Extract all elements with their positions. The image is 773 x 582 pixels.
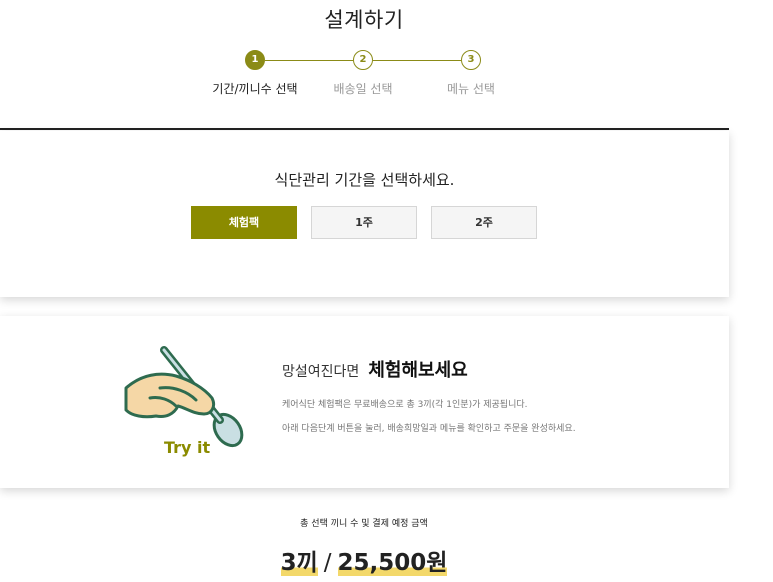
trial-description-1: 케어식단 체험팩은 무료배송으로 총 3끼(각 1인분)가 제공됩니다. bbox=[282, 400, 528, 410]
step-3-label: 메뉴 선택 bbox=[447, 82, 495, 96]
period-option-trial[interactable]: 체험팩 bbox=[191, 206, 297, 239]
trial-pack-card: Try it 망설여진다면 체험해보세요 케어식단 체험팩은 무료배송으로 총 … bbox=[0, 316, 729, 488]
trial-description-2: 아래 다음단계 버튼을 눌러, 배송희망일과 메뉴를 확인하고 주문을 완성하세… bbox=[282, 424, 576, 434]
page-title: 설계하기 bbox=[324, 8, 404, 32]
meal-count: 3끼 bbox=[280, 550, 318, 576]
summary-separator: / bbox=[323, 550, 332, 576]
step-connector bbox=[265, 60, 353, 61]
period-option-2week[interactable]: 2주 bbox=[431, 206, 537, 239]
step-3-circle: 3 bbox=[461, 50, 481, 70]
period-title: 식단관리 기간을 선택하세요. bbox=[274, 171, 455, 189]
trial-heading-prefix: 망설여진다면 bbox=[282, 364, 360, 380]
step-2-label: 배송일 선택 bbox=[333, 82, 393, 96]
trial-heading: 망설여진다면 체험해보세요 bbox=[282, 356, 468, 382]
summary-label: 총 선택 끼니 수 및 결제 예정 금액 bbox=[300, 519, 428, 529]
try-it-label: Try it bbox=[164, 438, 211, 457]
period-selection-card: 식단관리 기간을 선택하세요. 체험팩 1주 2주 bbox=[0, 131, 729, 297]
summary-value: 3끼/25,500원 bbox=[0, 543, 728, 577]
step-2-circle: 2 bbox=[353, 50, 373, 70]
total-price: 25,500원 bbox=[337, 550, 448, 576]
step-1-circle: 1 bbox=[245, 50, 265, 70]
trial-heading-strong: 체험해보세요 bbox=[368, 360, 468, 381]
period-option-1week[interactable]: 1주 bbox=[311, 206, 417, 239]
step-1-label: 기간/끼니수 선택 bbox=[212, 82, 298, 96]
section-divider bbox=[0, 128, 729, 130]
step-connector bbox=[373, 60, 461, 61]
step-indicator: 1 2 3 기간/끼니수 선택 배송일 선택 메뉴 선택 bbox=[0, 50, 728, 100]
